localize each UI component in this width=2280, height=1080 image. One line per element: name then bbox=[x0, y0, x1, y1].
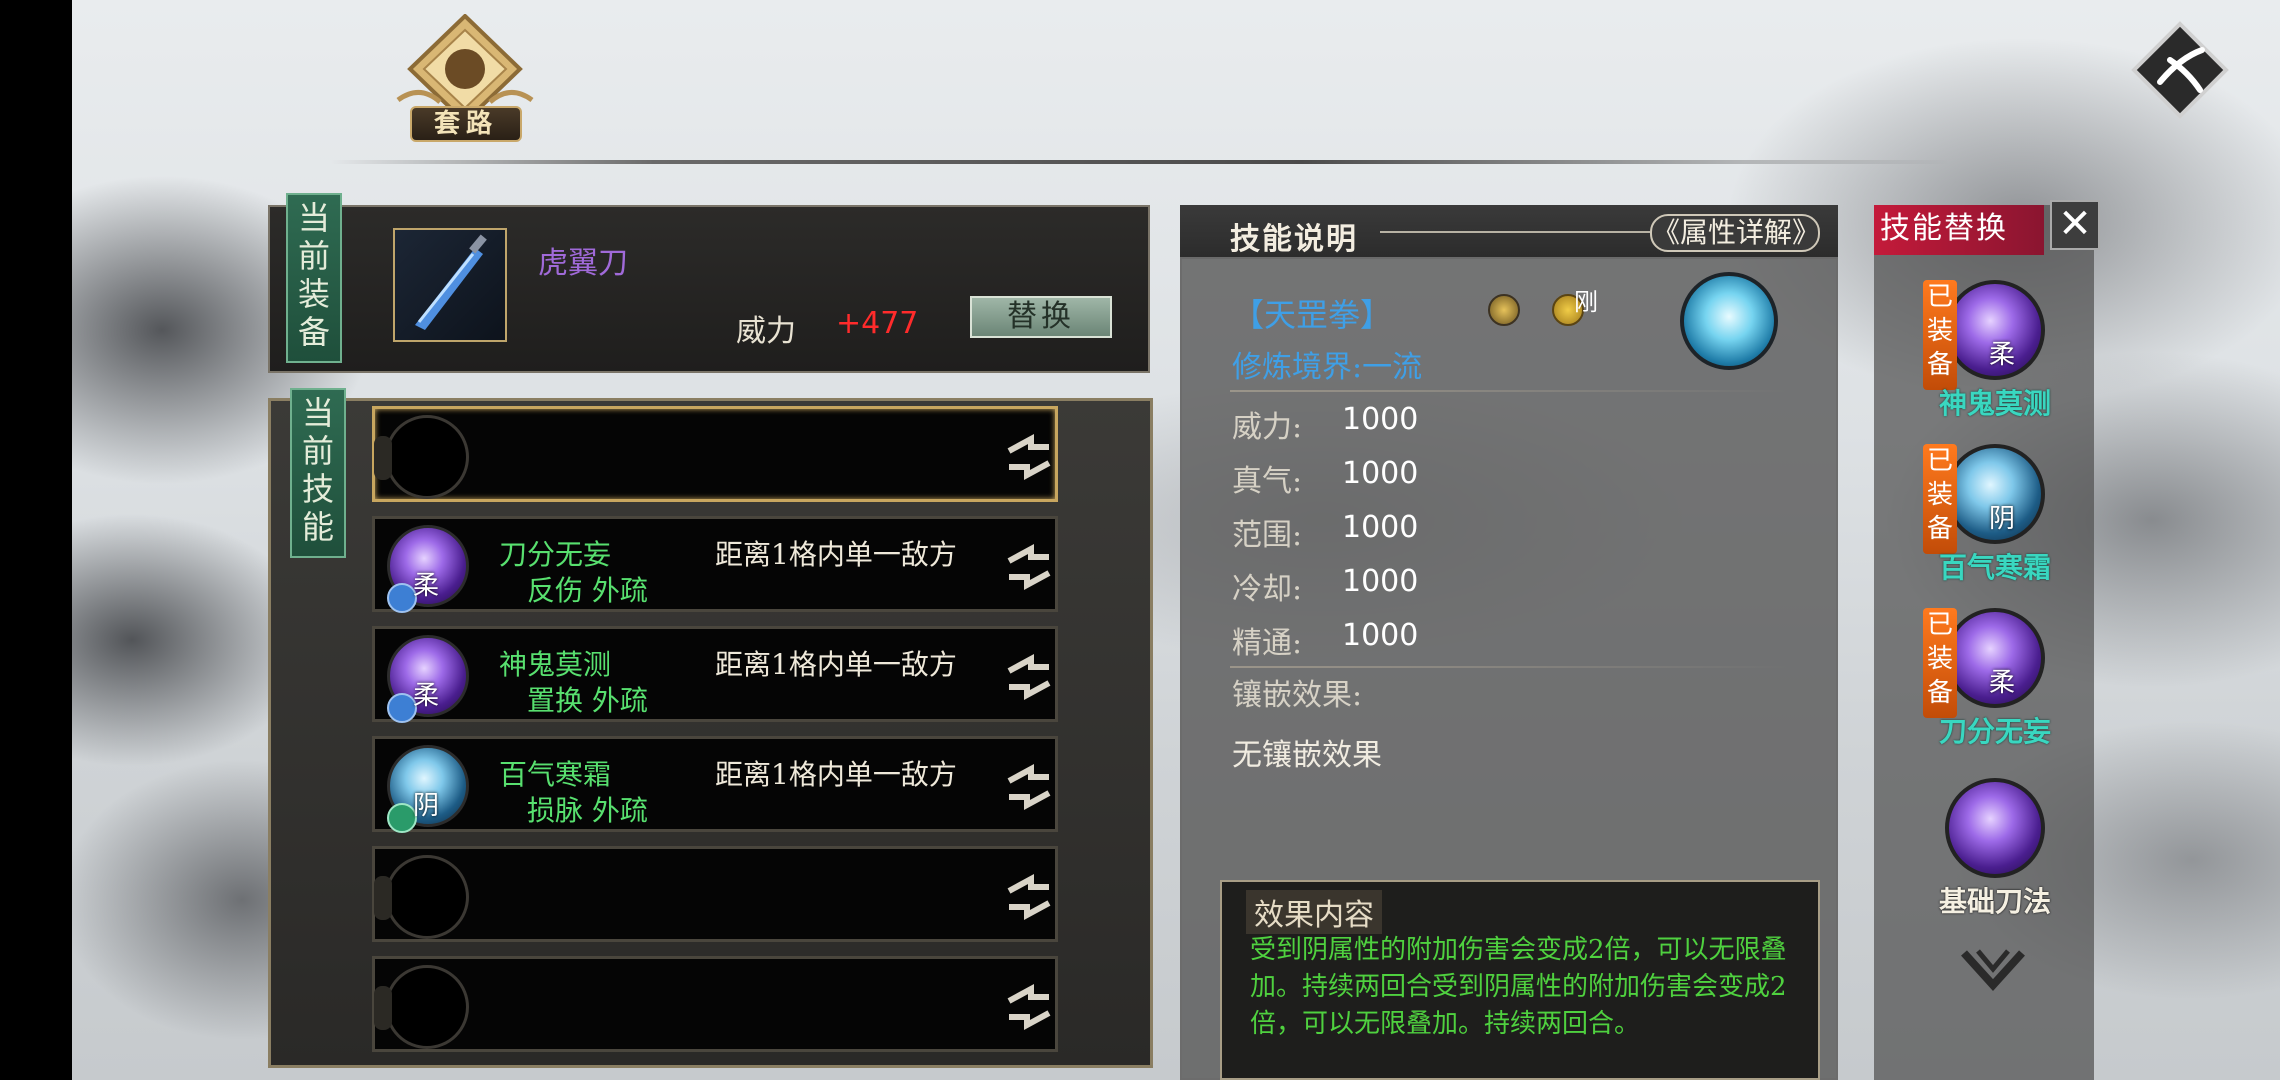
skill-type-tag: 柔 bbox=[413, 571, 440, 601]
close-replace-button[interactable]: ✕ bbox=[2050, 200, 2100, 250]
skill-type-tag: 柔 bbox=[1989, 340, 2016, 370]
effect-title: 效果内容 bbox=[1246, 890, 1382, 934]
stat-value: 1000 bbox=[1342, 510, 1419, 545]
skill-type-tag: 阴 bbox=[413, 791, 440, 821]
skill-large-icon bbox=[1680, 272, 1778, 370]
inlay-effect-label: 镶嵌效果: bbox=[1232, 678, 1363, 713]
stat-value: 1000 bbox=[1342, 456, 1419, 491]
replace-skill-item[interactable]: 已装备 柔 刀分无妄 bbox=[1915, 608, 2075, 758]
replace-skill-item[interactable]: 已装备 柔 神鬼莫测 bbox=[1915, 280, 2075, 430]
effect-text: 受到阴属性的附加伤害会变成2倍，可以无限叠加。持续两回合受到阴属性的附加伤害会变… bbox=[1250, 935, 1787, 1039]
skill-range: 距离1格内单一敌方 bbox=[715, 648, 957, 681]
empty-slot-ring bbox=[374, 415, 469, 499]
replace-skill-item[interactable]: 基础刀法 bbox=[1915, 778, 2075, 928]
skill-slot-6[interactable] bbox=[372, 956, 1058, 1052]
skill-slot-2[interactable]: 柔 刀分无妄 反伤 外疏 距离1格内单一敌方 bbox=[372, 516, 1058, 613]
skill-type-tag: 柔 bbox=[1989, 668, 2016, 698]
swap-icon[interactable] bbox=[1001, 983, 1057, 1031]
page-title: 套路 bbox=[410, 106, 522, 142]
empty-slot-ring bbox=[374, 965, 469, 1049]
skill-range: 距离1格内单一敌方 bbox=[715, 758, 957, 791]
skill-slot-4[interactable]: 阴 百气寒霜 损脉 外疏 距离1格内单一敌方 bbox=[372, 736, 1058, 833]
description-title: 技能说明 bbox=[1230, 222, 1358, 257]
stat-value: 1000 bbox=[1342, 618, 1419, 653]
cultivation-realm: 修炼境界:一流 bbox=[1232, 350, 1423, 385]
skill-replace-title: 技能替换 bbox=[1874, 205, 2044, 255]
current-equipment-tag: 当前装备 bbox=[286, 193, 342, 363]
skill-name: 百气寒霜 bbox=[499, 758, 612, 791]
skill-traits: 置换 外疏 bbox=[527, 684, 648, 717]
skill-type-tag: 阴 bbox=[1989, 504, 2016, 534]
skill-name: 刀分无妄 bbox=[499, 538, 612, 571]
skill-traits: 反伤 外疏 bbox=[527, 574, 648, 607]
stat-label: 真气: bbox=[1232, 464, 1303, 499]
replace-equipment-button[interactable]: 替换 bbox=[970, 296, 1112, 338]
stat-label: 范围: bbox=[1232, 518, 1303, 553]
stat-label: 冷却: bbox=[1232, 572, 1303, 607]
stat-value: 1000 bbox=[1342, 564, 1419, 599]
swap-icon[interactable] bbox=[1001, 433, 1057, 481]
current-skills-tag: 当前技能 bbox=[290, 388, 346, 558]
left-letterbox bbox=[0, 0, 72, 1080]
skill-slot-5[interactable] bbox=[372, 846, 1058, 942]
equipped-badge: 已装备 bbox=[1923, 280, 1957, 390]
header-divider bbox=[330, 160, 1950, 164]
skill-slot-1[interactable] bbox=[372, 406, 1058, 502]
skill-title: 【天罡拳】 bbox=[1232, 296, 1393, 334]
empty-slot-ring bbox=[374, 855, 469, 939]
skill-type-label: 刚 bbox=[1574, 288, 1598, 316]
replace-skill-name: 基础刀法 bbox=[1938, 885, 2051, 918]
power-value: +477 bbox=[836, 306, 919, 341]
equipped-badge: 已装备 bbox=[1923, 608, 1957, 718]
swap-icon[interactable] bbox=[1001, 653, 1057, 701]
swap-icon[interactable] bbox=[1001, 763, 1057, 811]
blade-icon bbox=[415, 234, 487, 330]
section-divider bbox=[1230, 390, 1790, 392]
skill-range: 距离1格内单一敌方 bbox=[715, 538, 957, 571]
swap-icon[interactable] bbox=[1001, 543, 1057, 591]
section-divider bbox=[1230, 666, 1790, 668]
stat-label: 威力: bbox=[1232, 410, 1303, 445]
header-divider bbox=[1380, 231, 1650, 233]
close-page-icon[interactable] bbox=[2130, 20, 2230, 120]
weapon-type-icon bbox=[1488, 294, 1520, 326]
replace-skill-name: 百气寒霜 bbox=[1938, 551, 2051, 584]
replace-skill-name: 神鬼莫测 bbox=[1938, 387, 2051, 420]
equipment-slot[interactable] bbox=[393, 228, 507, 342]
equipment-name: 虎翼刀 bbox=[538, 246, 628, 281]
attribute-details-button[interactable]: 《属性详解》 bbox=[1650, 214, 1820, 252]
replace-skill-name: 刀分无妄 bbox=[1938, 715, 2051, 748]
power-label: 威力 bbox=[736, 314, 796, 349]
scroll-down-icon[interactable] bbox=[1958, 945, 2028, 995]
skill-type-tag: 柔 bbox=[413, 681, 440, 711]
skill-orb bbox=[1945, 778, 2045, 878]
skill-traits: 损脉 外疏 bbox=[527, 794, 648, 827]
stat-value: 1000 bbox=[1342, 402, 1419, 437]
replace-skill-item[interactable]: 已装备 阴 百气寒霜 bbox=[1915, 444, 2075, 594]
equipped-badge: 已装备 bbox=[1923, 444, 1957, 554]
skill-slot-3[interactable]: 柔 神鬼莫测 置换 外疏 距离1格内单一敌方 bbox=[372, 626, 1058, 723]
stat-label: 精通: bbox=[1232, 626, 1303, 661]
swap-icon[interactable] bbox=[1001, 873, 1057, 921]
inlay-effect-value: 无镶嵌效果 bbox=[1232, 738, 1382, 773]
skill-name: 神鬼莫测 bbox=[499, 648, 612, 681]
